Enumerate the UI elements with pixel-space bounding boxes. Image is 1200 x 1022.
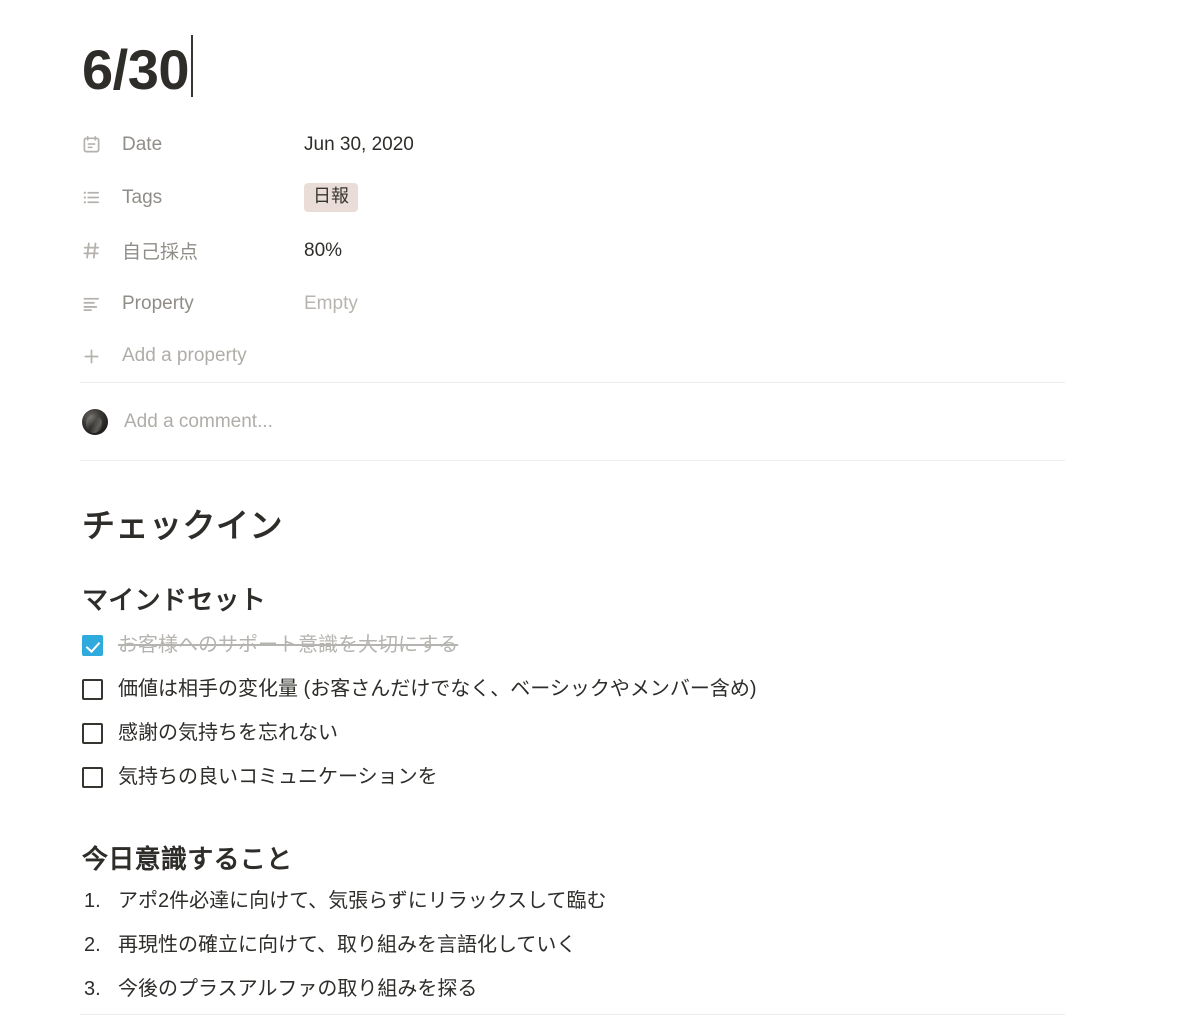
todo-text[interactable]: 感謝の気持ちを忘れない [103, 719, 338, 748]
todo-item[interactable]: 価値は相手の変化量 (お客さんだけでなく、ベーシックやメンバー含め) [82, 673, 1200, 717]
property-row-tags[interactable]: Tags 日報 [82, 171, 1200, 224]
list-item-text[interactable]: 再現性の確立に向けて、取り組みを言語化していく [118, 931, 576, 960]
mindset-todo-list: お客様へのサポート意識を大切にする 価値は相手の変化量 (お客さんだけでなく、ベ… [82, 629, 1200, 805]
text-caret [191, 35, 193, 97]
property-value-empty[interactable]: Empty [304, 293, 358, 315]
page-title-row[interactable]: 6/30 [0, 0, 1200, 100]
list-item[interactable]: 2. 再現性の確立に向けて、取り組みを言語化していく [82, 931, 1200, 975]
heading-checkin: チェックイン [82, 507, 283, 544]
property-label: 自己採点 [122, 242, 199, 263]
list-item[interactable]: 3. 今後のプラスアルファの取り組みを探る [82, 975, 1200, 1019]
todo-item[interactable]: 感謝の気持ちを忘れない [82, 717, 1200, 761]
property-row-score[interactable]: 自己採点 80% [82, 224, 1200, 277]
property-value-date[interactable]: Jun 30, 2020 [304, 134, 414, 156]
checkbox-icon[interactable] [82, 767, 103, 789]
property-list: Date Jun 30, 2020 Tags 日報 自己採点 80% Prope… [0, 100, 1200, 382]
calendar-icon [82, 134, 108, 156]
avatar [82, 408, 108, 435]
comment-input-row[interactable]: Add a comment... [0, 383, 1200, 460]
property-row-property[interactable]: Property Empty [82, 277, 1200, 330]
property-row-date[interactable]: Date Jun 30, 2020 [82, 118, 1200, 171]
list-marker: 1. [84, 889, 101, 912]
page-title[interactable]: 6/30 [82, 40, 190, 100]
comment-placeholder[interactable]: Add a comment... [108, 411, 273, 433]
plus-icon [82, 347, 108, 366]
tag-badge[interactable]: 日報 [304, 183, 358, 212]
add-property-label: Add a property [122, 345, 247, 366]
todo-item[interactable]: 気持ちの良いコミュニケーションを [82, 761, 1200, 805]
text-align-icon [82, 293, 108, 315]
todo-text[interactable]: お客様へのサポート意識を大切にする [103, 631, 458, 660]
add-property-button[interactable]: Add a property [82, 330, 1200, 382]
list-item-text[interactable]: 今後のプラスアルファの取り組みを探る [118, 975, 477, 1004]
list-item[interactable]: 1. アポ2件必達に向けて、気張らずにリラックスして臨む [82, 887, 1200, 931]
divider-bottom [80, 1014, 1065, 1015]
heading-today: 今日意識すること [82, 844, 293, 875]
list-marker: 3. [84, 977, 101, 1000]
property-label: Tags [122, 186, 163, 208]
today-numbered-list: 1. アポ2件必達に向けて、気張らずにリラックスして臨む 2. 再現性の確立に向… [82, 887, 1200, 1019]
bulleted-list-icon [82, 187, 108, 209]
property-label: Property [122, 292, 194, 314]
checkbox-icon[interactable] [82, 723, 103, 745]
property-value-score[interactable]: 80% [304, 240, 342, 262]
page-content: チェックイン マインドセット お客様へのサポート意識を大切にする 価値は相手の変… [0, 505, 1200, 1019]
heading-mindset: マインドセット [82, 585, 267, 616]
todo-item[interactable]: お客様へのサポート意識を大切にする [82, 629, 1200, 673]
list-item-text[interactable]: アポ2件必達に向けて、気張らずにリラックスして臨む [118, 887, 607, 916]
property-label: Date [122, 133, 163, 155]
todo-text[interactable]: 価値は相手の変化量 (お客さんだけでなく、ベーシックやメンバー含め) [103, 675, 756, 704]
property-value-tags[interactable]: 日報 [304, 183, 358, 212]
checkbox-icon[interactable] [82, 679, 103, 701]
divider-below-comment [80, 460, 1065, 461]
notion-page: 6/30 Date Jun 30, 2020 Tags 日報 自己採点 80% … [0, 0, 1200, 1019]
list-marker: 2. [84, 933, 101, 956]
checkbox-checked-icon[interactable] [82, 635, 103, 657]
hash-icon [82, 240, 108, 262]
todo-text[interactable]: 気持ちの良いコミュニケーションを [103, 763, 438, 792]
